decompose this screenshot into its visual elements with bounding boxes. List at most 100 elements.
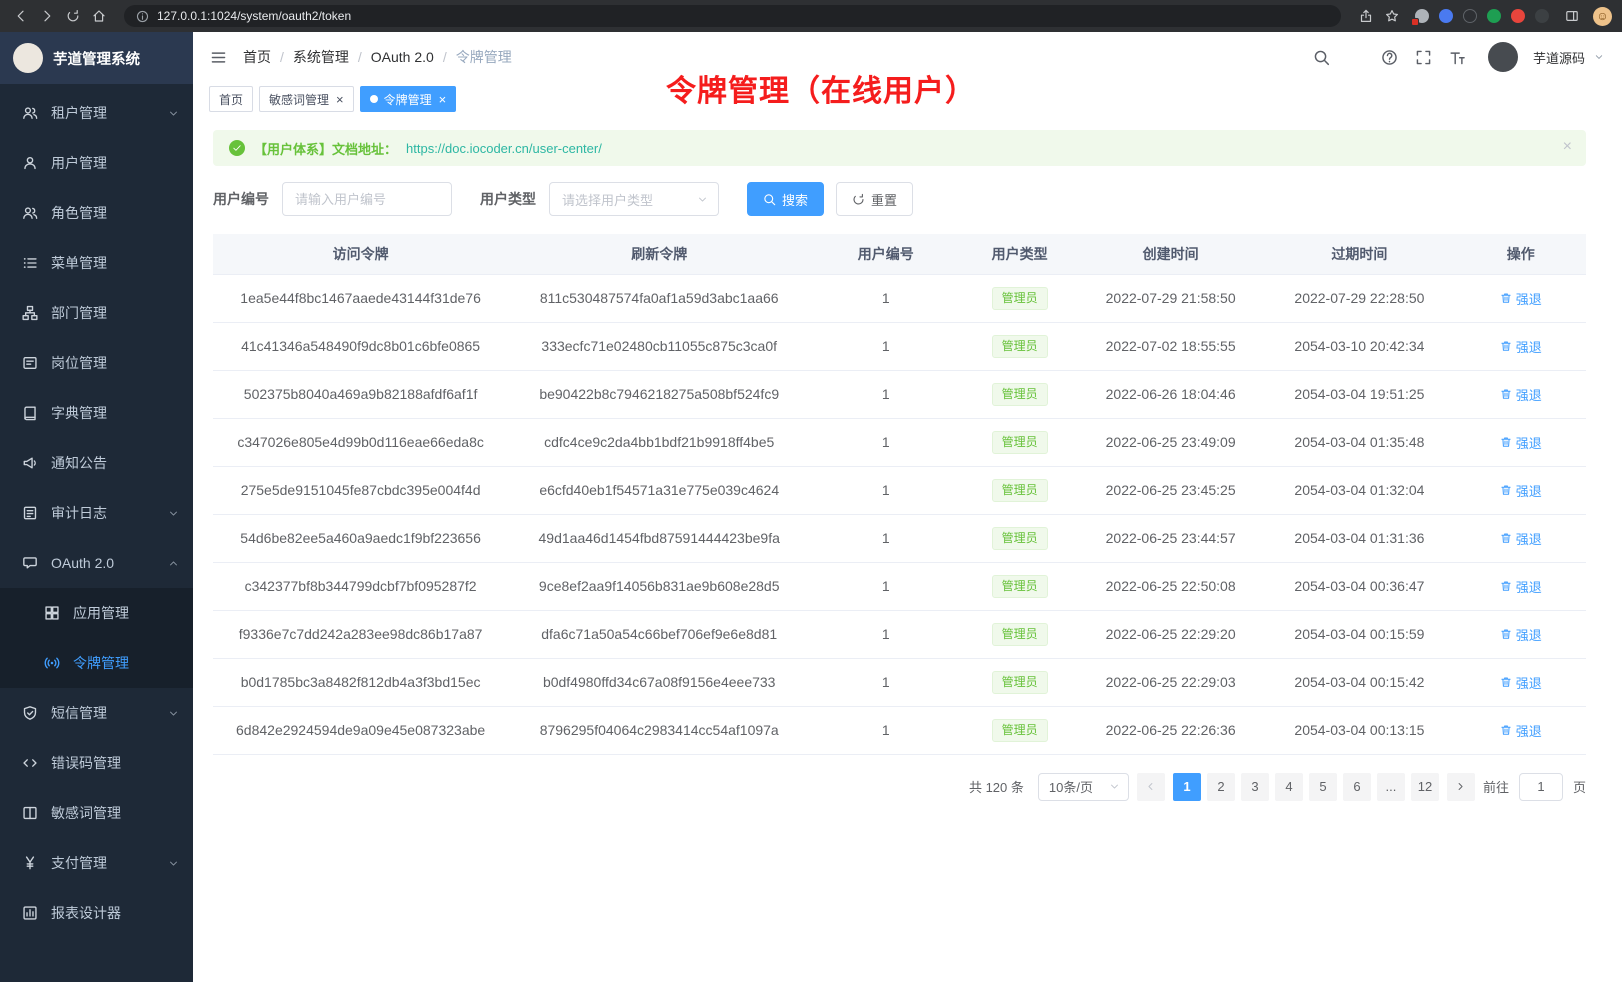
reload-icon[interactable] [62,5,84,27]
user-name[interactable]: 芋道源码 [1533,48,1585,67]
next-page-button[interactable] [1447,773,1475,801]
back-icon[interactable] [10,5,32,27]
column-header: 操作 [1456,234,1586,274]
force-logout-button[interactable]: 强退 [1500,289,1542,308]
sidebar-item-label: 用户管理 [51,153,179,173]
user-id-cell: 1 [810,514,961,562]
alert-text: 【用户体系】文档地址： [254,139,397,158]
user-id-cell: 1 [810,418,961,466]
sidebar-item[interactable]: 角色管理 [0,188,193,238]
broadcast-icon [44,655,60,671]
sidebar-item[interactable]: 错误码管理 [0,738,193,788]
tab-item[interactable]: 首页 [209,86,253,112]
side-panel-icon[interactable] [1561,5,1583,27]
page-button[interactable]: 12 [1411,773,1439,801]
force-logout-button[interactable]: 强退 [1500,385,1542,404]
extension-icon[interactable] [1439,9,1453,23]
sidebar-item[interactable]: 租户管理 [0,88,193,138]
page-button[interactable]: 1 [1173,773,1201,801]
sidebar-item-label: 租户管理 [51,103,155,123]
force-logout-button[interactable]: 强退 [1500,433,1542,452]
close-icon[interactable]: × [439,93,447,106]
page-button[interactable]: 4 [1275,773,1303,801]
font-size-icon[interactable] [1448,48,1467,67]
browser-profile-avatar[interactable]: ☺ [1593,7,1612,26]
force-logout-button[interactable]: 强退 [1500,673,1542,692]
sidebar-item[interactable]: 报表设计器 [0,888,193,938]
sidebar-item[interactable]: 菜单管理 [0,238,193,288]
force-logout-button[interactable]: 强退 [1500,481,1542,500]
breadcrumb-item[interactable]: 首页 [243,47,271,67]
breadcrumb-item[interactable]: 系统管理 [293,47,349,67]
chevron-down-icon [168,508,179,519]
tab-item[interactable]: 敏感词管理× [259,86,354,112]
page-button[interactable]: 3 [1241,773,1269,801]
sidebar-item[interactable]: 令牌管理 [0,638,193,688]
force-logout-button[interactable]: 强退 [1500,625,1542,644]
extension-icon[interactable] [1511,9,1525,23]
bookmark-star-icon[interactable] [1381,5,1403,27]
close-icon[interactable]: × [1563,139,1572,155]
badge-icon [22,355,38,371]
goto-page-input[interactable] [1519,773,1563,801]
force-logout-button[interactable]: 强退 [1500,337,1542,356]
user-type-select[interactable]: 请选择用户类型 [549,182,719,216]
sidebar-item[interactable]: OAuth 2.0 [0,538,193,588]
sidebar-item[interactable]: 用户管理 [0,138,193,188]
force-logout-button[interactable]: 强退 [1500,529,1542,548]
app-title: 芋道管理系统 [53,48,140,69]
search-button[interactable]: 搜索 [747,182,824,216]
sidebar-item[interactable]: 部门管理 [0,288,193,338]
user-avatar[interactable] [1488,42,1518,72]
page-button[interactable]: 6 [1343,773,1371,801]
share-icon[interactable] [1355,5,1377,27]
refresh-token-cell: b0df4980ffd34c67a08f9156e4eee733 [508,658,810,706]
breadcrumb-item[interactable]: OAuth 2.0 [371,49,434,65]
force-logout-button[interactable]: 强退 [1500,577,1542,596]
sidebar-item[interactable]: 岗位管理 [0,338,193,388]
help-icon[interactable] [1380,48,1399,67]
page-list: 123456...12 [1173,773,1439,801]
collapse-menu-icon[interactable] [209,48,228,67]
site-info-icon[interactable] [136,10,149,23]
refresh-token-cell: dfa6c71a50a54c66bef706ef9e6e8d81 [508,610,810,658]
sidebar-item[interactable]: 短信管理 [0,688,193,738]
created-time-cell: 2022-06-25 22:29:03 [1078,658,1263,706]
fullscreen-icon[interactable] [1414,48,1433,67]
reset-button[interactable]: 重置 [836,182,913,216]
prev-page-button[interactable] [1137,773,1165,801]
extension-icon[interactable] [1415,9,1429,23]
sidebar-item[interactable]: 应用管理 [0,588,193,638]
sidebar-item[interactable]: 审计日志 [0,488,193,538]
page-size-select[interactable]: 10条/页 [1038,773,1129,801]
user-id-cell: 1 [810,610,961,658]
chevron-down-icon [1594,52,1604,62]
app-logo[interactable]: 芋道管理系统 [0,32,193,84]
screen: 127.0.0.1:1024/system/oauth2/token ☺ 芋道管… [0,0,1622,982]
force-logout-button[interactable]: 强退 [1500,721,1542,740]
tab-item[interactable]: 令牌管理× [360,86,457,112]
sidebar-item[interactable]: 敏感词管理 [0,788,193,838]
sidebar-item[interactable]: 通知公告 [0,438,193,488]
extension-icon[interactable] [1463,9,1477,23]
user-type-badge: 管理员 [992,383,1048,406]
github-icon[interactable] [1346,48,1365,67]
address-bar[interactable]: 127.0.0.1:1024/system/oauth2/token [124,5,1341,27]
forward-icon[interactable] [36,5,58,27]
page-button[interactable]: 2 [1207,773,1235,801]
close-icon[interactable]: × [336,93,344,106]
home-icon[interactable] [88,5,110,27]
sidebar-item[interactable]: 字典管理 [0,388,193,438]
refresh-token-cell: be90422b8c7946218275a508bf524fc9 [508,370,810,418]
sidebar-item[interactable]: 支付管理 [0,838,193,888]
user-icon [22,155,38,171]
more-pages-button[interactable]: ... [1377,773,1405,801]
browser-toolbar: 127.0.0.1:1024/system/oauth2/token ☺ [0,0,1622,32]
user-id-input[interactable] [282,182,452,216]
extension-icon[interactable] [1487,9,1501,23]
search-icon[interactable] [1312,48,1331,67]
doc-link[interactable]: https://doc.iocoder.cn/user-center/ [406,141,602,156]
page-button[interactable]: 5 [1309,773,1337,801]
extension-icon[interactable] [1535,9,1549,23]
column-header: 创建时间 [1078,234,1263,274]
